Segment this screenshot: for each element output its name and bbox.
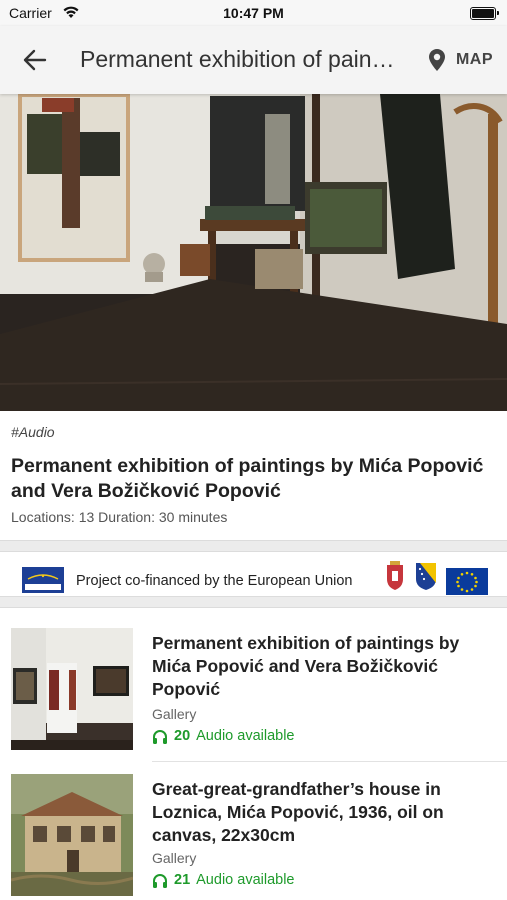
headphones-icon [153,873,167,888]
back-button[interactable] [18,44,52,76]
map-pin-icon [428,49,445,71]
item-category: Gallery [152,706,197,722]
section-divider [0,596,507,608]
audio-label: Audio available [196,872,295,888]
list-item[interactable]: Permanent exhibition of paintings by Mić… [0,618,507,762]
tour-meta: Locations: 13 Duration: 30 minutes [11,509,228,525]
list-item[interactable]: Great-great-grandfather’s house in Lozni… [0,764,507,900]
audio-label: Audio available [196,728,295,744]
item-thumbnail [11,628,133,750]
clock: 10:47 PM [223,5,284,21]
eu-flag-icon [446,568,488,595]
audio-count: 20 [174,728,191,744]
section-divider [0,540,507,552]
item-thumbnail [11,774,133,896]
interreg-logo [22,567,64,593]
bih-coat-of-arms-icon [416,563,436,590]
eu-funding-banner: Project co-financed by the European Unio… [0,552,507,596]
audio-availability: 21 Audio available [152,872,295,888]
item-category: Gallery [152,850,197,866]
serbia-coat-of-arms-icon [387,561,403,590]
audio-count: 21 [174,872,191,888]
app-bar: Permanent exhibition of paintings by Mić… [0,26,507,94]
battery-icon [470,7,499,20]
map-button[interactable]: MAP [428,46,493,74]
audio-availability: 20 Audio available [152,728,295,744]
eu-funding-text: Project co-financed by the European Unio… [76,573,353,589]
page-title: Permanent exhibition of paintings by Mić… [80,46,400,72]
list-divider [152,761,507,762]
status-bar: Carrier 10:47 PM [0,0,507,26]
map-label: MAP [455,51,493,68]
item-title: Permanent exhibition of paintings by Mić… [152,633,460,699]
tour-title: Permanent exhibition of paintings by Mić… [11,455,484,502]
headphones-icon [153,729,167,744]
hero-image [0,94,507,411]
back-arrow-icon [23,49,47,71]
item-title: Great-great-grandfather’s house in Lozni… [152,779,444,845]
tour-tag: #Audio [11,424,55,440]
